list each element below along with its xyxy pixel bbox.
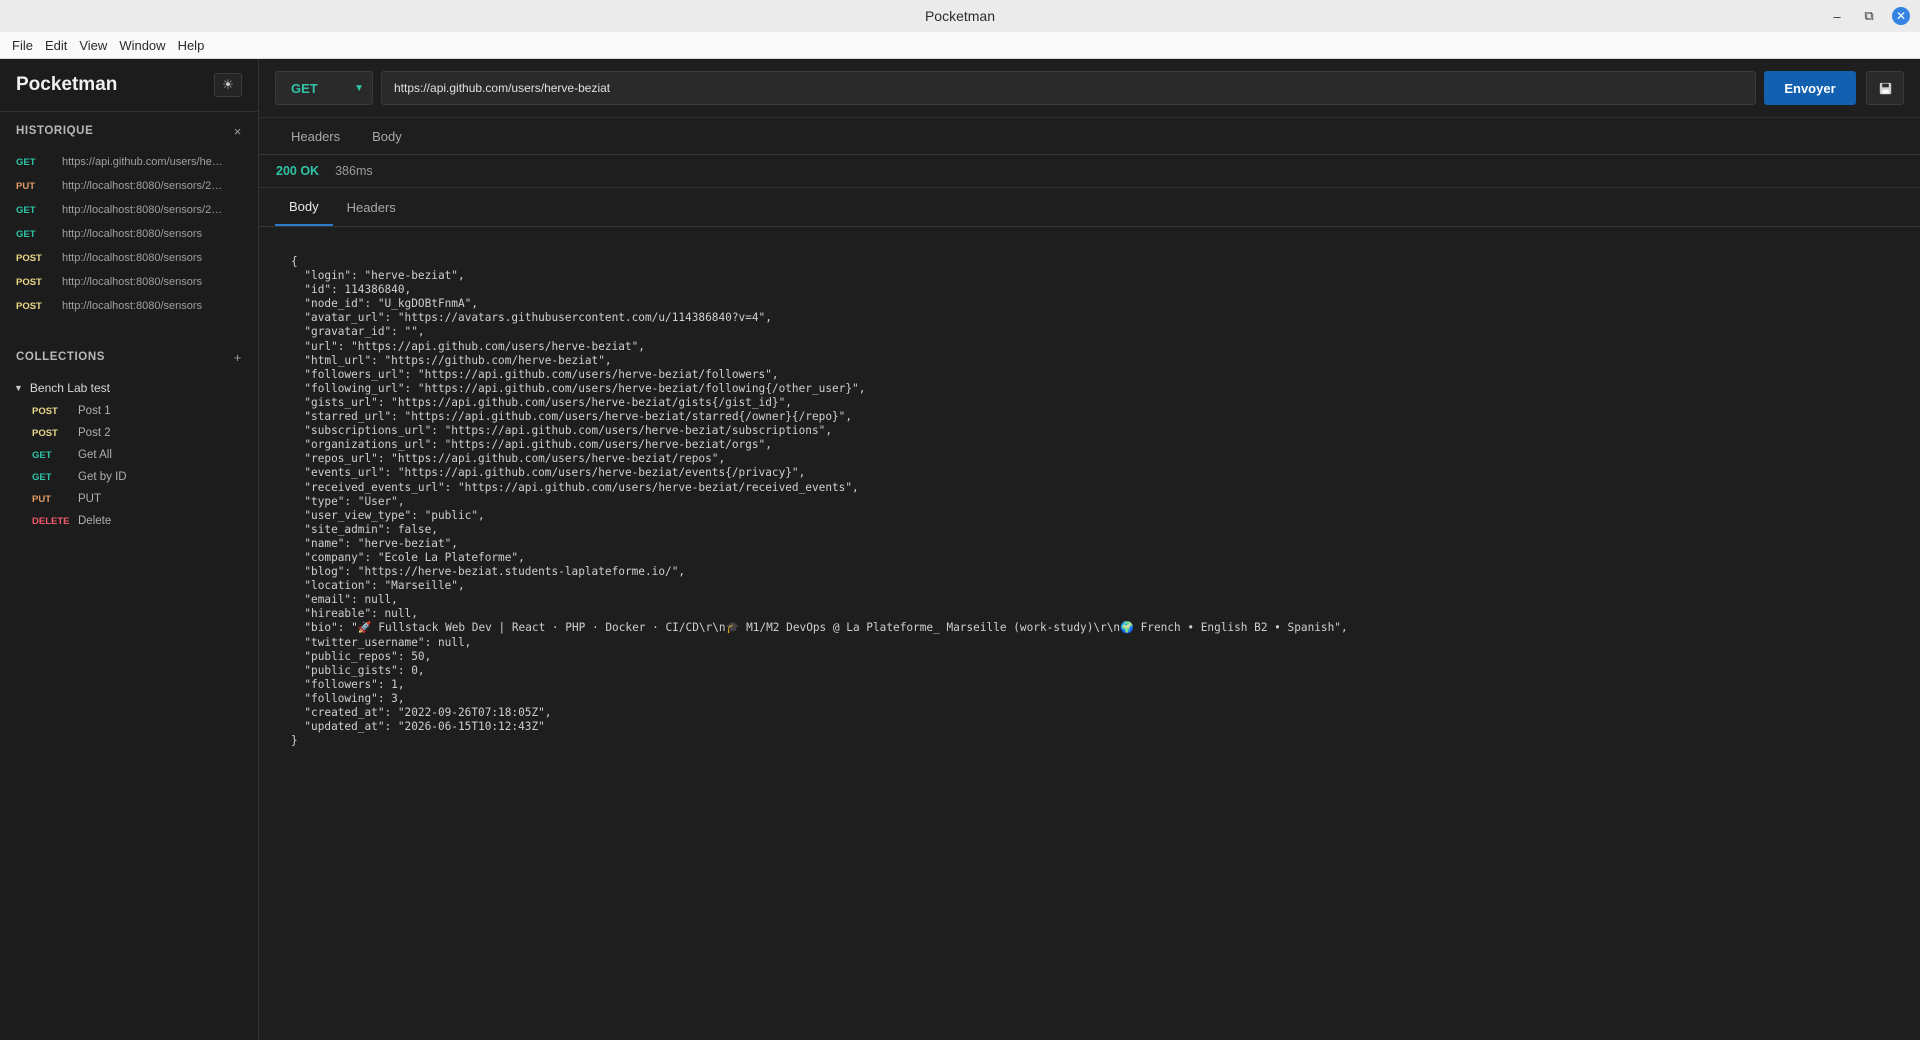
request-label: Post 2 [78,427,111,439]
collection-request[interactable]: DELETE Delete [0,510,258,532]
request-label: Delete [78,515,112,527]
send-button[interactable]: Envoyer [1764,71,1856,105]
response-time: 386ms [335,164,373,178]
history-item[interactable]: GET http://localhost:8080/sensors [0,222,258,246]
method-select[interactable]: GET ▼ [275,71,373,105]
collections-header: COLLECTIONS + [0,338,258,376]
collection-request[interactable]: GET Get All [0,444,258,466]
response-body: { "login": "herve-beziat", "id": 1143868… [291,255,1348,748]
menu-file[interactable]: File [6,38,39,53]
request-label: PUT [78,493,101,505]
history-url: http://localhost:8080/sensors [62,252,203,264]
history-title: HISTORIQUE [16,125,94,137]
tab-request-headers[interactable]: Headers [275,129,356,144]
chevron-down-icon: ▼ [354,82,364,94]
tab-response-body[interactable]: Body [275,188,333,226]
history-item[interactable]: POST http://localhost:8080/sensors [0,246,258,270]
clear-history-icon[interactable]: × [234,124,242,139]
history-url: http://localhost:8080/sensors [62,228,203,240]
theme-toggle-icon[interactable]: ☀ [214,73,242,97]
caret-down-icon: ▼ [14,383,23,393]
collections-section: COLLECTIONS + ▼ Bench Lab test POST Post… [0,338,258,532]
sidebar: Pocketman ☀ HISTORIQUE × GET https://api… [0,59,259,1040]
minimize-icon[interactable]: – [1828,7,1846,25]
method-badge: GET [16,204,36,216]
history-header: HISTORIQUE × [0,112,258,150]
method-select-value: GET [291,80,318,96]
history-url: http://localhost:8080/sensors [62,300,203,312]
method-badge: GET [32,471,52,483]
collection-request[interactable]: POST Post 2 [0,422,258,444]
history-item[interactable]: GET https://api.github.com/users/her… [0,150,258,174]
menu-help[interactable]: Help [172,38,211,53]
history-item[interactable]: POST http://localhost:8080/sensors [0,270,258,294]
collection-request[interactable]: PUT PUT [0,488,258,510]
collection-name: Bench Lab test [29,381,110,395]
method-badge: POST [32,427,58,439]
window-controls: – ⧉ ✕ [1828,0,1910,32]
url-input[interactable]: https://api.github.com/users/herve-bezia… [381,71,1756,105]
response-status: 200 OK 386ms [259,155,1920,188]
method-badge: DELETE [32,515,70,527]
request-bar: GET ▼ https://api.github.com/users/herve… [259,59,1920,118]
main-panel: GET ▼ https://api.github.com/users/herve… [259,59,1920,1040]
restore-icon[interactable]: ⧉ [1860,7,1878,25]
save-icon[interactable] [1866,71,1904,105]
app-root: Pocketman ☀ HISTORIQUE × GET https://api… [0,59,1920,1040]
tab-response-headers[interactable]: Headers [333,188,410,226]
menu-edit[interactable]: Edit [39,38,73,53]
method-badge: GET [32,449,52,461]
method-badge: POST [16,276,42,288]
method-badge: PUT [16,180,35,192]
request-label: Post 1 [78,405,111,417]
method-badge: GET [16,228,36,240]
status-badge: 200 OK [276,164,320,178]
method-badge: POST [16,252,42,264]
history-item[interactable]: PUT http://localhost:8080/sensors/2… [0,174,258,198]
collections-title: COLLECTIONS [16,351,106,363]
window-title: Pocketman [924,8,996,24]
tab-request-body[interactable]: Body [356,129,418,144]
request-label: Get by ID [78,471,127,483]
app-brand: Pocketman [16,74,118,95]
history-url: http://localhost:8080/sensors [62,276,203,288]
collection-request[interactable]: GET Get by ID [0,466,258,488]
request-tabs: Headers Body [259,118,1920,155]
history-list: GET https://api.github.com/users/her… PU… [0,150,258,318]
response-tabs: Body Headers [259,188,1920,227]
history-item[interactable]: GET http://localhost:8080/sensors/2… [0,198,258,222]
close-icon[interactable]: ✕ [1892,7,1910,25]
window-titlebar: Pocketman – ⧉ ✕ [0,0,1920,32]
menu-bar: File Edit View Window Help [0,32,1920,59]
menu-view[interactable]: View [73,38,113,53]
method-badge: GET [16,156,36,168]
history-url: https://api.github.com/users/her… [62,156,224,168]
add-collection-icon[interactable]: + [234,350,242,365]
history-url: http://localhost:8080/sensors/2… [62,204,223,216]
method-badge: PUT [32,493,51,505]
method-badge: POST [16,300,42,312]
request-label: Get All [78,449,112,461]
history-url: http://localhost:8080/sensors/2… [62,180,223,192]
collection-request[interactable]: POST Post 1 [0,400,258,422]
menu-window[interactable]: Window [113,38,171,53]
collection-toggle[interactable]: ▼ Bench Lab test [0,376,258,400]
method-badge: POST [32,405,58,417]
sidebar-header: Pocketman ☀ [0,59,258,112]
history-item[interactable]: POST http://localhost:8080/sensors [0,294,258,318]
